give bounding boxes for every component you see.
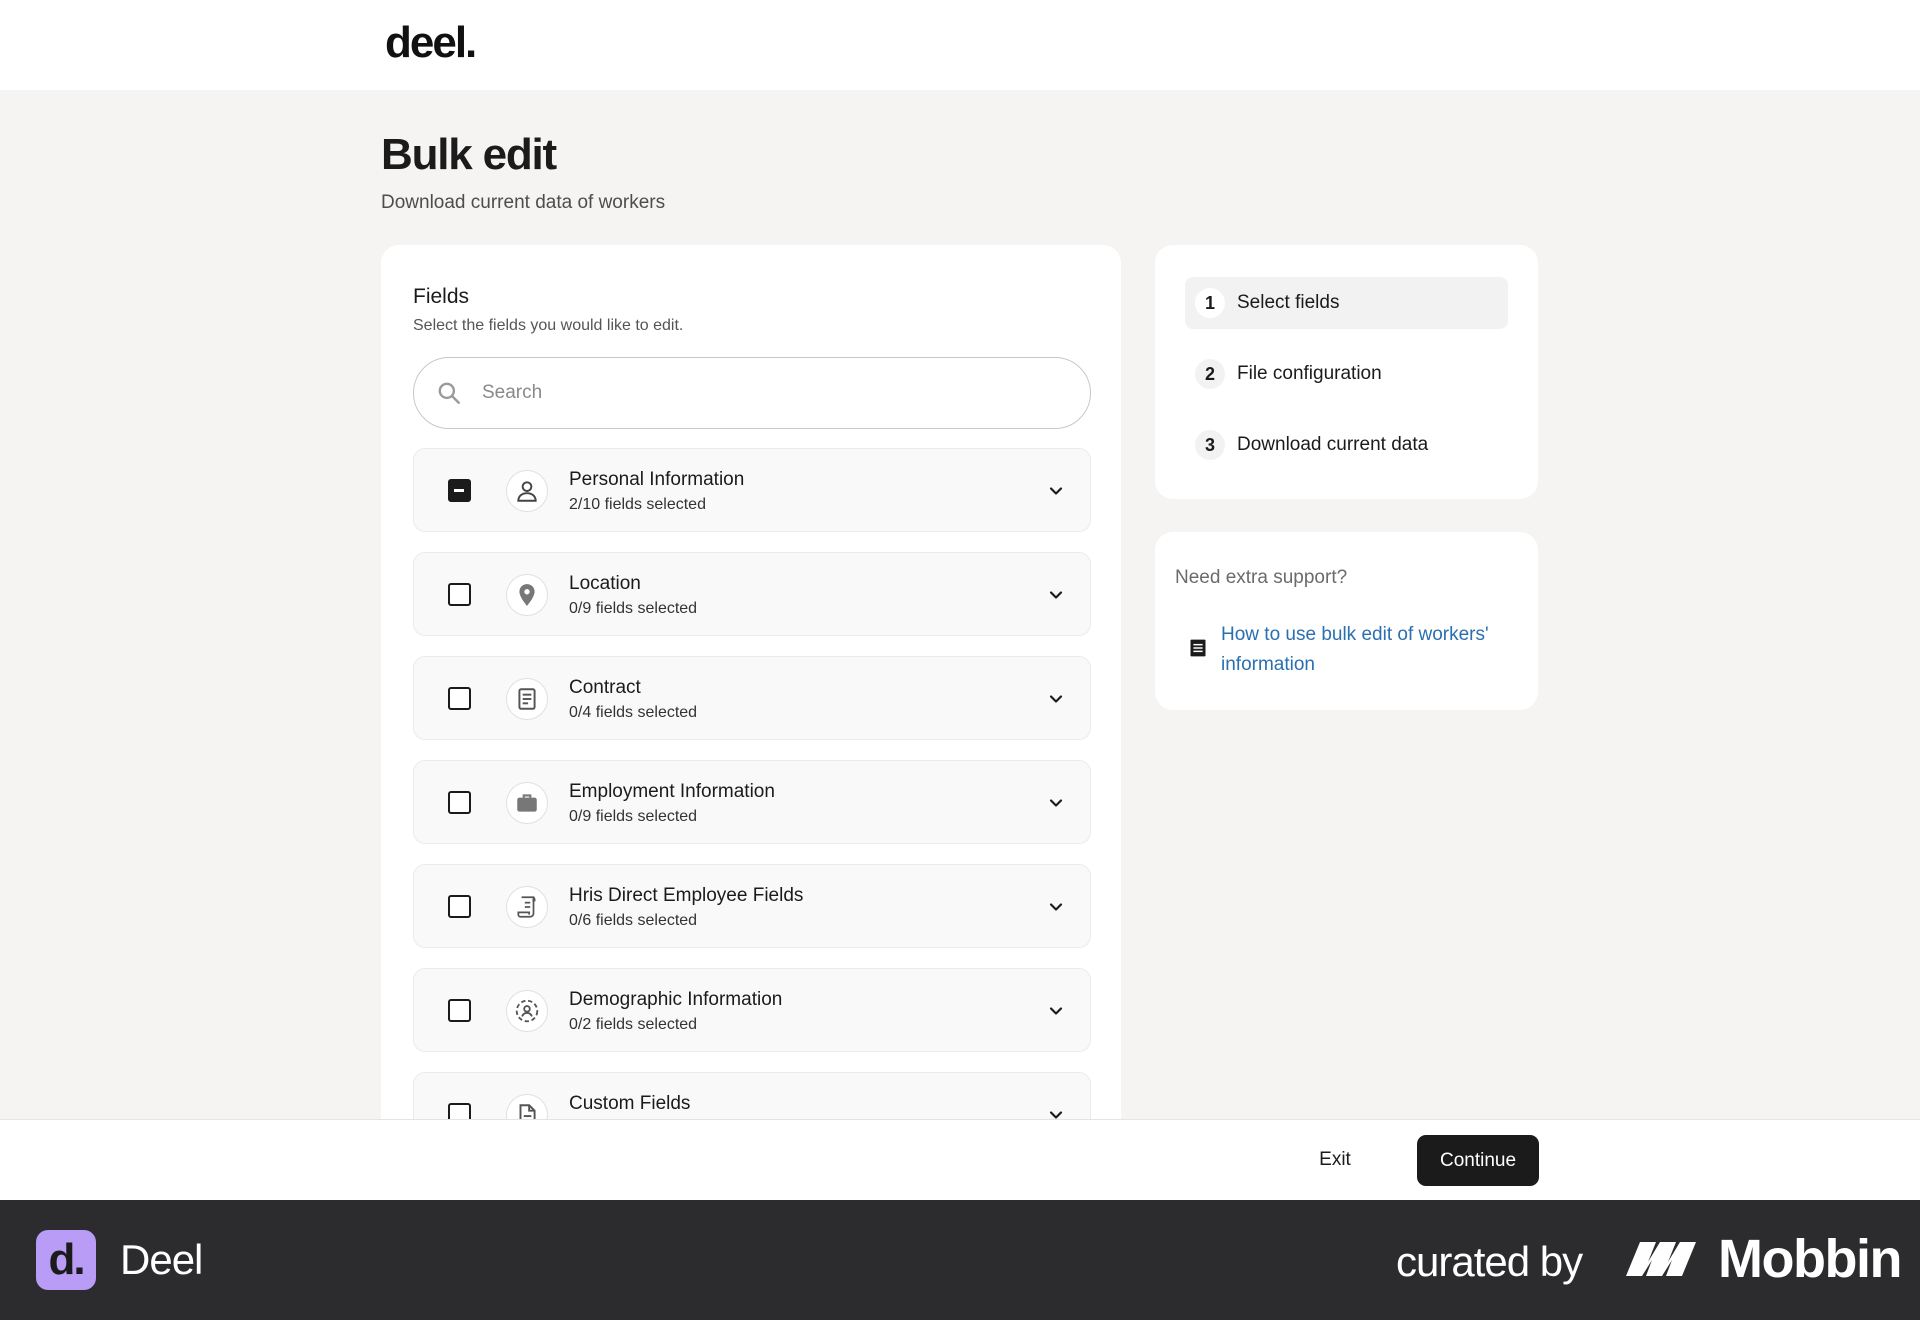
deel-logo[interactable]: deel. — [385, 18, 477, 68]
group-checkbox[interactable] — [448, 479, 471, 502]
curated-by-text: curated by — [1396, 1238, 1583, 1285]
group-count: 0/9 fields selected — [569, 808, 698, 825]
step-label: Download current data — [1237, 434, 1429, 455]
search-icon — [438, 382, 460, 404]
group-name: Employment Information — [569, 781, 775, 802]
group-count: 2/10 fields selected — [569, 496, 706, 513]
group-count: 0/9 fields selected — [569, 600, 698, 617]
chevron-down-icon[interactable] — [1046, 585, 1066, 605]
mobbin-logo-icon — [1626, 1242, 1696, 1276]
field-group-demographic-information[interactable]: Demographic Information 0/2 fields selec… — [413, 968, 1091, 1052]
fields-card: Fields Select the fields you would like … — [381, 245, 1121, 1125]
chevron-down-icon[interactable] — [1046, 481, 1066, 501]
step-label: Select fields — [1237, 292, 1340, 313]
scroll-document-icon — [506, 886, 548, 928]
field-group-list: Personal Information 2/10 fields selecte… — [413, 448, 1091, 1125]
group-name: Location — [569, 573, 641, 594]
group-checkbox[interactable] — [448, 687, 471, 710]
group-name: Hris Direct Employee Fields — [569, 885, 804, 906]
search-input[interactable] — [482, 382, 1042, 404]
support-title: Need extra support? — [1175, 567, 1348, 588]
step-select-fields[interactable]: 1 Select fields — [1185, 277, 1508, 329]
group-name: Demographic Information — [569, 989, 783, 1010]
group-count: 0/2 fields selected — [569, 1016, 698, 1033]
credit-bar: d. Deel curated by Mobbin — [0, 1200, 1920, 1320]
deel-app-badge: d. — [36, 1230, 96, 1290]
chevron-down-icon[interactable] — [1046, 1001, 1066, 1021]
search-box[interactable] — [413, 357, 1091, 429]
group-name: Custom Fields — [569, 1093, 691, 1114]
page-title: Bulk edit — [381, 130, 557, 179]
top-bar: deel. — [0, 0, 1920, 90]
group-checkbox[interactable] — [448, 999, 471, 1022]
group-count: 0/4 fields selected — [569, 704, 698, 721]
step-download-current-data[interactable]: 3 Download current data — [1185, 419, 1508, 471]
app-name: Deel — [120, 1236, 203, 1283]
field-group-personal-information[interactable]: Personal Information 2/10 fields selecte… — [413, 448, 1091, 532]
field-group-employment-information[interactable]: Employment Information 0/9 fields select… — [413, 760, 1091, 844]
support-link[interactable]: How to use bulk edit of workers' informa… — [1221, 620, 1511, 680]
chevron-down-icon[interactable] — [1046, 793, 1066, 813]
group-checkbox[interactable] — [448, 895, 471, 918]
field-group-location[interactable]: Location 0/9 fields selected — [413, 552, 1091, 636]
article-icon — [1190, 639, 1206, 657]
support-card: Need extra support? How to use bulk edit… — [1155, 532, 1538, 710]
document-icon — [506, 678, 548, 720]
group-checkbox[interactable] — [448, 583, 471, 606]
footer-action-bar: Exit Continue — [0, 1119, 1920, 1200]
field-group-contract[interactable]: Contract 0/4 fields selected — [413, 656, 1091, 740]
mobbin-brand: Mobbin — [1718, 1229, 1902, 1289]
step-file-configuration[interactable]: 2 File configuration — [1185, 348, 1508, 400]
person-circle-icon — [506, 990, 548, 1032]
field-group-hris-direct-employee-fields[interactable]: Hris Direct Employee Fields 0/6 fields s… — [413, 864, 1091, 948]
step-number: 2 — [1195, 359, 1225, 389]
chevron-down-icon[interactable] — [1046, 689, 1066, 709]
group-name: Contract — [569, 677, 641, 698]
fields-description: Select the fields you would like to edit… — [413, 317, 684, 334]
exit-button[interactable]: Exit — [1300, 1134, 1370, 1186]
step-label: File configuration — [1237, 363, 1382, 384]
group-checkbox[interactable] — [448, 791, 471, 814]
chevron-down-icon[interactable] — [1046, 897, 1066, 917]
fields-title: Fields — [413, 285, 470, 308]
step-number: 1 — [1195, 288, 1225, 318]
briefcase-icon — [506, 782, 548, 824]
steps-card: 1 Select fields 2 File configuration 3 D… — [1155, 245, 1538, 499]
group-name: Personal Information — [569, 469, 745, 490]
step-number: 3 — [1195, 430, 1225, 460]
continue-button[interactable]: Continue — [1417, 1135, 1539, 1186]
person-icon — [506, 470, 548, 512]
location-pin-icon — [506, 574, 548, 616]
field-group-custom-fields[interactable]: Custom Fields — [413, 1072, 1091, 1125]
group-count: 0/6 fields selected — [569, 912, 698, 929]
page-subtitle: Download current data of workers — [381, 192, 666, 213]
